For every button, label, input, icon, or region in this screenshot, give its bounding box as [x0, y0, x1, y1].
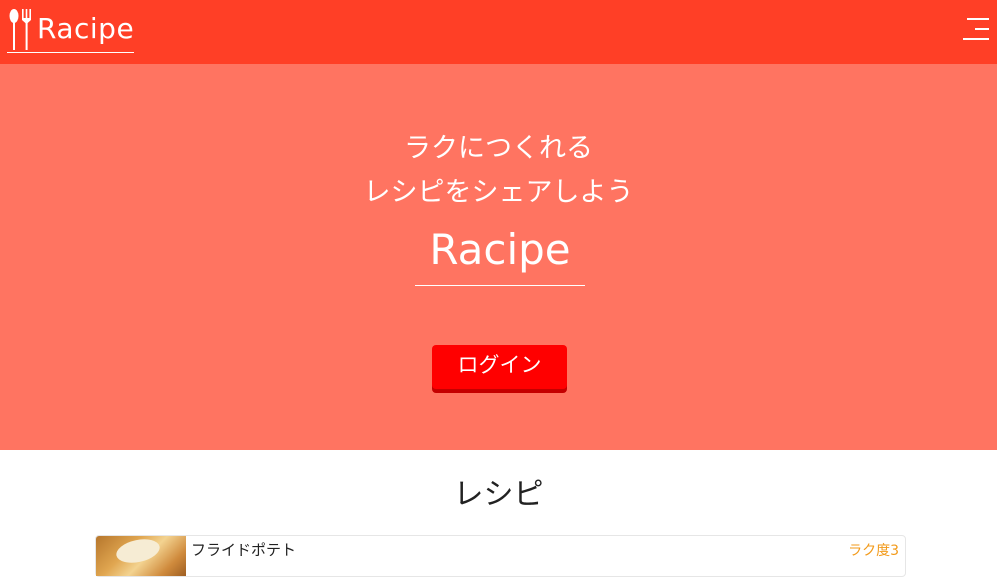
recipe-name: フライドポテト: [191, 541, 297, 559]
recipe-ease-level: ラク度3: [848, 543, 899, 559]
fork-spoon-icon: [9, 8, 31, 50]
brand-link[interactable]: Racipe: [7, 5, 135, 53]
hamburger-menu-icon[interactable]: [963, 18, 989, 42]
hero-section: ラクにつくれる レシピをシェアしよう Racipe ログイン: [0, 64, 997, 450]
recipes-section-title: レシピ: [453, 477, 544, 512]
hero-tagline-line1: ラクにつくれる: [404, 133, 593, 164]
recipe-thumbnail: [96, 536, 186, 576]
header-navbar: Racipe: [0, 0, 997, 64]
hero-title: Racipe: [415, 224, 585, 286]
hero-tagline-line2: レシピをシェアしよう: [363, 177, 634, 208]
brand-name: Racipe: [37, 11, 135, 45]
recipe-card[interactable]: フライドポテト ラク度3: [95, 535, 906, 577]
login-button[interactable]: ログイン: [432, 345, 567, 389]
